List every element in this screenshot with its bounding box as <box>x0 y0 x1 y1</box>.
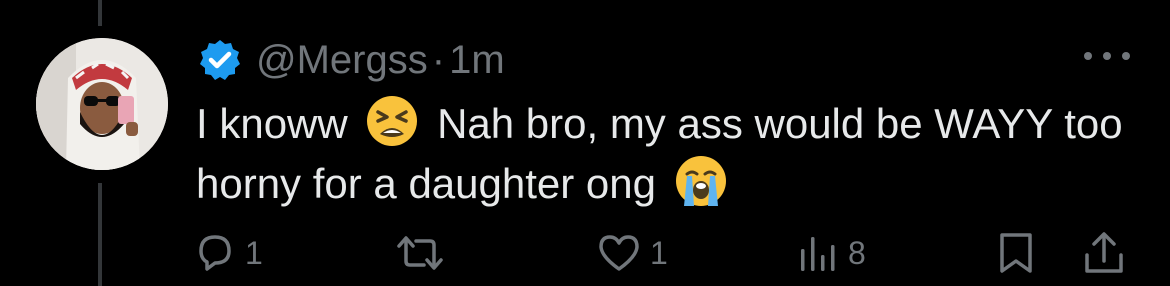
retweet-button[interactable] <box>396 228 452 278</box>
user-handle[interactable]: @Mergss <box>256 38 428 83</box>
tired-face-emoji-icon <box>367 96 418 146</box>
like-count: 1 <box>650 234 668 271</box>
retweet-icon <box>397 236 443 270</box>
tweet-actions: 1 1 8 <box>0 228 1170 278</box>
reply-button[interactable]: 1 <box>193 228 263 278</box>
verified-badge-icon <box>200 40 240 80</box>
tweet-header: @Mergss · 1m <box>198 37 505 83</box>
reply-icon <box>199 235 231 271</box>
reply-count: 1 <box>245 234 263 271</box>
share-icon <box>1085 232 1123 273</box>
bookmark-button[interactable] <box>996 228 1036 278</box>
like-button[interactable]: 1 <box>596 228 668 278</box>
separator-dot: · <box>431 37 446 82</box>
bookmark-icon <box>1000 233 1032 273</box>
thread-line-top <box>98 0 102 26</box>
views-count: 8 <box>848 234 866 271</box>
views-chart-icon <box>801 237 835 271</box>
loudly-crying-face-emoji-icon <box>675 156 726 206</box>
views-button[interactable]: 8 <box>796 228 866 278</box>
tweet-text: I knoww Nah bro, my ass would be WAYY to… <box>196 94 1126 214</box>
heart-icon <box>599 235 639 271</box>
more-options-icon[interactable] <box>1084 44 1130 68</box>
tweet-text-part1: I knoww <box>196 100 348 147</box>
tweet[interactable]: @Mergss · 1m I knoww Nah bro, my ass wou… <box>0 0 1170 286</box>
avatar[interactable] <box>36 38 168 170</box>
share-button[interactable] <box>1082 228 1126 278</box>
timestamp[interactable]: 1m <box>449 38 505 83</box>
